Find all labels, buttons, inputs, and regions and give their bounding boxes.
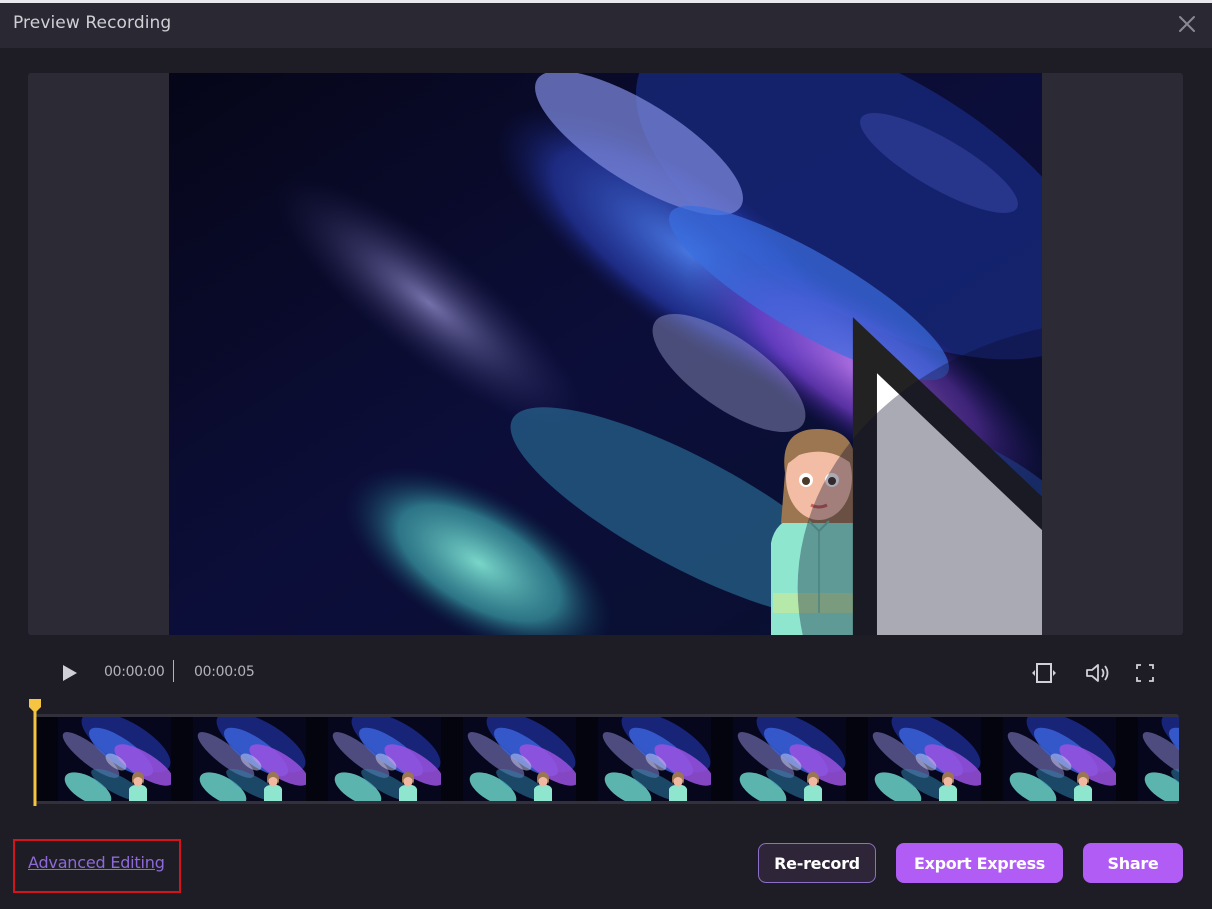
filmstrip-frame [441,717,576,801]
filmstrip-frame [36,717,171,801]
filmstrip-frame [711,717,846,801]
total-time: 00:00:05 [194,664,255,680]
mouse-cursor-icon [589,305,1042,635]
volume-icon[interactable] [1082,660,1112,686]
video-stage [28,73,1183,635]
video-preview[interactable] [169,73,1042,635]
fit-to-frame-icon[interactable] [1029,660,1059,686]
window-title: Preview Recording [13,13,172,33]
share-button[interactable]: Share [1083,843,1183,883]
filmstrip-frame [576,717,711,801]
time-separator [173,660,174,682]
title-bar: Preview Recording [0,3,1212,48]
advanced-editing-link[interactable]: Advanced Editing [28,853,165,872]
filmstrip-frame [1116,717,1179,801]
export-express-button[interactable]: Export Express [896,843,1063,883]
current-time: 00:00:00 [104,664,165,680]
filmstrip-frame [981,717,1116,801]
center-play-icon[interactable] [691,307,1042,635]
playback-controls: 00:00:00 00:00:05 [0,650,1212,694]
filmstrip-frame [306,717,441,801]
timeline-filmstrip[interactable] [34,714,1179,804]
fullscreen-icon[interactable] [1130,660,1160,686]
close-icon[interactable] [1176,13,1198,35]
filmstrip-frame [171,717,306,801]
rerecord-button[interactable]: Re-record [758,843,876,883]
filmstrip-frames [36,717,1179,801]
play-icon[interactable] [58,662,80,684]
filmstrip-frame [846,717,981,801]
playhead-handle[interactable] [28,698,42,806]
